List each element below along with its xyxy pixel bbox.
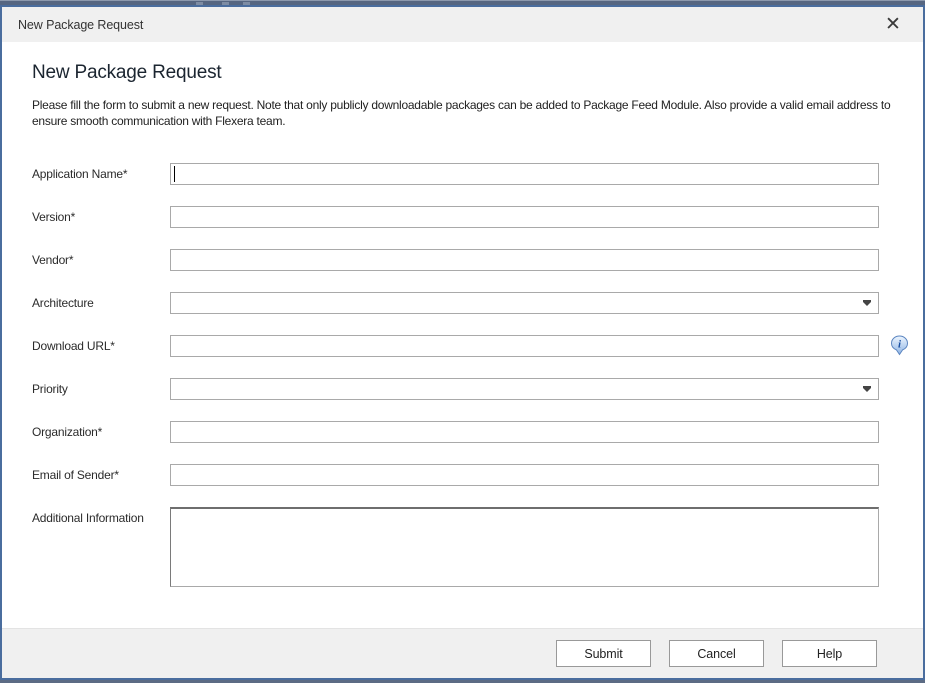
vendor-input[interactable] [170, 249, 879, 271]
close-icon[interactable]: ✕ [879, 11, 907, 39]
email-of-sender-input[interactable] [170, 464, 879, 486]
application-name-field [170, 163, 879, 185]
dialog-title: New Package Request [18, 18, 143, 32]
dialog-body: New Package Request Please fill the form… [2, 42, 923, 628]
dialog-footer: Submit Cancel Help [2, 628, 923, 678]
architecture-dropdown[interactable] [170, 292, 879, 314]
architecture-label: Architecture [32, 292, 170, 314]
organization-input[interactable] [170, 421, 879, 443]
priority-field [170, 378, 879, 400]
field-row-version: Version* [32, 206, 879, 228]
field-row-additional-information: Additional Information [32, 507, 879, 587]
request-form: Application Name* Version* Vendor* Architec… [32, 163, 879, 587]
version-input[interactable] [170, 206, 879, 228]
additional-information-field [170, 507, 879, 587]
dialog-titlebar[interactable]: New Package Request ✕ [2, 7, 923, 42]
submit-button[interactable]: Submit [556, 640, 651, 667]
vendor-label: Vendor* [32, 249, 170, 271]
download-url-field: i [170, 335, 879, 357]
application-name-input[interactable] [170, 163, 879, 185]
field-row-organization: Organization* [32, 421, 879, 443]
chevron-down-icon [863, 388, 871, 392]
help-button[interactable]: Help [782, 640, 877, 667]
vendor-field [170, 249, 879, 271]
download-url-input[interactable] [170, 335, 879, 357]
priority-label: Priority [32, 378, 170, 400]
email-of-sender-field [170, 464, 879, 486]
text-caret [174, 166, 175, 182]
architecture-field [170, 292, 879, 314]
field-row-email-of-sender: Email of Sender* [32, 464, 879, 486]
field-row-download-url: Download URL*i [32, 335, 879, 357]
chevron-down-icon [863, 302, 871, 306]
additional-information-textarea[interactable] [170, 507, 879, 587]
field-row-priority: Priority [32, 378, 879, 400]
page-description: Please fill the form to submit a new req… [32, 97, 892, 129]
new-package-request-dialog: New Package Request ✕ New Package Reques… [0, 5, 925, 680]
email-of-sender-label: Email of Sender* [32, 464, 170, 486]
version-field [170, 206, 879, 228]
additional-information-label: Additional Information [32, 507, 170, 587]
organization-field [170, 421, 879, 443]
organization-label: Organization* [32, 421, 170, 443]
priority-dropdown[interactable] [170, 378, 879, 400]
info-balloon-icon[interactable]: i [890, 335, 909, 358]
field-row-architecture: Architecture [32, 292, 879, 314]
cancel-button[interactable]: Cancel [669, 640, 764, 667]
field-row-vendor: Vendor* [32, 249, 879, 271]
application-name-label: Application Name* [32, 163, 170, 185]
download-url-label: Download URL* [32, 335, 170, 357]
page-title: New Package Request [32, 62, 893, 84]
version-label: Version* [32, 206, 170, 228]
field-row-application-name: Application Name* [32, 163, 879, 185]
